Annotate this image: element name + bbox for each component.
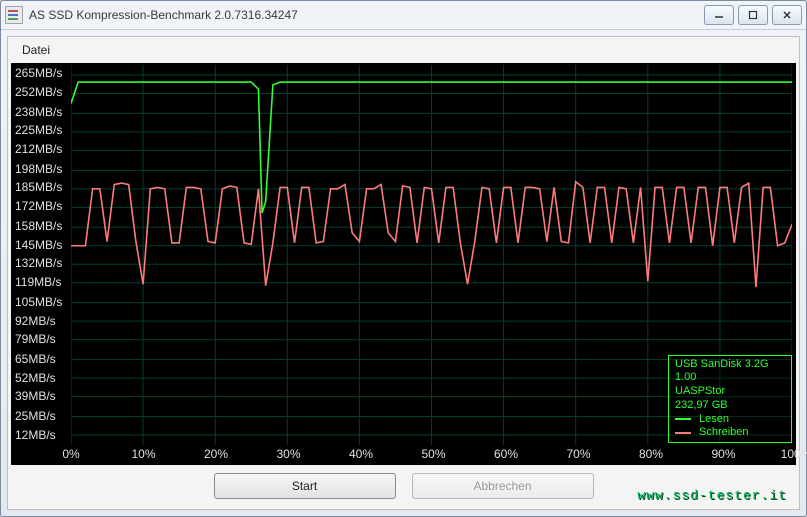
legend-device: USB SanDisk 3.2G	[675, 358, 785, 372]
chart-area: 12MB/s 25MB/s 39MB/s 52MB/s 65MB/s 79MB/s 92MB…	[11, 63, 796, 465]
x-tick-label: 20%	[204, 447, 228, 461]
y-tick-label: 12MB/s	[11, 428, 73, 442]
y-tick-label: 252MB/s	[11, 85, 73, 99]
legend-write: Schreiben	[675, 426, 785, 440]
close-button[interactable]	[772, 5, 802, 25]
y-tick-label: 238MB/s	[11, 105, 73, 119]
y-tick-label: 172MB/s	[11, 199, 73, 213]
x-tick-label: 10%	[131, 447, 155, 461]
legend-write-swatch	[675, 432, 691, 434]
menu-file[interactable]: Datei	[18, 41, 54, 59]
app-icon	[5, 6, 23, 24]
button-bar: Start Abbrechen www.ssd-tester.it	[8, 465, 799, 509]
y-tick-label: 65MB/s	[11, 352, 73, 366]
legend-read-label: Lesen	[699, 413, 729, 427]
y-tick-label: 132MB/s	[11, 256, 73, 270]
y-tick-label: 25MB/s	[11, 409, 73, 423]
x-tick-label: 70%	[566, 447, 590, 461]
cancel-button: Abbrechen	[412, 473, 594, 499]
x-tick-label: 50%	[421, 447, 445, 461]
y-tick-label: 39MB/s	[11, 389, 73, 403]
x-tick-label: 30%	[276, 447, 300, 461]
client-area: Datei 12MB/s 25MB/s 39MB/s 52MB/s 65MB/s 79MB…	[7, 36, 800, 510]
y-tick-label: 198MB/s	[11, 162, 73, 176]
start-button[interactable]: Start	[214, 473, 396, 499]
y-tick-label: 52MB/s	[11, 371, 73, 385]
maximize-button[interactable]	[738, 5, 768, 25]
window-controls	[704, 5, 802, 25]
x-tick-label: 60%	[494, 447, 518, 461]
window-title: AS SSD Kompression-Benchmark 2.0.7316.34…	[29, 8, 704, 22]
menubar: Datei	[8, 37, 799, 63]
y-tick-label: 225MB/s	[11, 123, 73, 137]
app-window: AS SSD Kompression-Benchmark 2.0.7316.34…	[0, 0, 807, 517]
legend-read-swatch	[675, 418, 691, 420]
x-tick-label: 90%	[711, 447, 735, 461]
watermark: www.ssd-tester.it	[637, 488, 787, 503]
x-tick-label: 0%	[62, 447, 79, 461]
y-axis-labels: 12MB/s 25MB/s 39MB/s 52MB/s 65MB/s 79MB/s 92MB…	[11, 63, 71, 445]
minimize-button[interactable]	[704, 5, 734, 25]
x-tick-label: 40%	[349, 447, 373, 461]
y-tick-label: 145MB/s	[11, 238, 73, 252]
legend-firmware: 1.00	[675, 371, 785, 385]
y-tick-label: 92MB/s	[11, 314, 73, 328]
titlebar: AS SSD Kompression-Benchmark 2.0.7316.34…	[1, 1, 806, 30]
y-tick-label: 119MB/s	[11, 275, 73, 289]
y-tick-label: 265MB/s	[11, 66, 73, 80]
x-axis-labels: 0%10%20%30%40%50%60%70%80%90%100%	[71, 445, 796, 465]
y-tick-label: 79MB/s	[11, 332, 73, 346]
y-tick-label: 158MB/s	[11, 219, 73, 233]
legend-capacity: 232,97 GB	[675, 399, 785, 413]
y-tick-label: 212MB/s	[11, 142, 73, 156]
legend-driver: UASPStor	[675, 385, 785, 399]
legend-write-label: Schreiben	[699, 426, 749, 440]
legend-read: Lesen	[675, 413, 785, 427]
y-tick-label: 185MB/s	[11, 180, 73, 194]
y-tick-label: 105MB/s	[11, 295, 73, 309]
legend-box: USB SanDisk 3.2G 1.00 UASPStor 232,97 GB…	[668, 355, 792, 444]
x-tick-label: 100%	[781, 447, 807, 461]
x-tick-label: 80%	[639, 447, 663, 461]
